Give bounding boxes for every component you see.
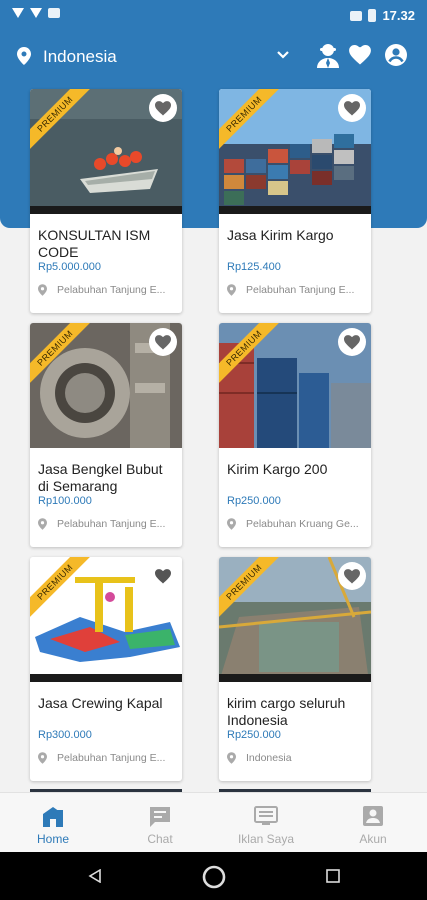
product-card[interactable]: PREMIUM Jasa Kirim Kargo Rp125.400 Pelab… (219, 89, 371, 313)
chat-icon (150, 807, 170, 827)
heart-icon (344, 568, 360, 583)
profile-icon[interactable] (385, 44, 407, 66)
product-price: Rp5.000.000 (38, 261, 101, 273)
location-pin-icon (17, 47, 31, 65)
location-pin-icon (227, 284, 236, 296)
product-card[interactable]: PREMIUM Kirim Kargo 200 Rp250.000 Pelabu… (219, 323, 371, 547)
heart-icon (155, 334, 171, 349)
product-title: Jasa Bengkel Bubut di Semarang (38, 461, 163, 494)
system-navigation-bar (0, 852, 427, 900)
nav-my-ads-label: Iklan Saya (237, 832, 295, 846)
product-price: Rp100.000 (38, 495, 92, 507)
product-location: Pelabuhan Tanjung E... (38, 284, 165, 296)
product-location: Indonesia (227, 752, 292, 764)
ads-icon (254, 806, 278, 825)
product-card[interactable]: PREMIUM Jasa Bengkel Bubut di Semarang R… (30, 323, 182, 547)
recents-icon[interactable] (326, 869, 340, 883)
product-location: Pelabuhan Tanjung E... (38, 752, 165, 764)
location-text: Pelabuhan Kruang Ge... (246, 518, 359, 530)
account-icon (363, 806, 383, 826)
product-card[interactable]: PREMIUM kirim cargo seluruh Indonesia Rp… (219, 557, 371, 781)
location-label[interactable]: Indonesia (43, 47, 117, 67)
nav-account-label: Akun (359, 832, 387, 846)
product-card[interactable]: PREMIUM Jasa Crewing Kapal Rp300.000 Pel… (30, 557, 182, 781)
product-price: Rp125.400 (227, 261, 281, 273)
location-pin-icon (227, 752, 236, 764)
favorite-heart-icon[interactable] (349, 45, 371, 65)
product-location: Pelabuhan Tanjung E... (38, 518, 165, 530)
nav-account[interactable]: Akun (320, 793, 426, 853)
location-pin-icon (38, 284, 47, 296)
product-price: Rp250.000 (227, 495, 281, 507)
bottom-navigation: Home Chat Iklan Saya Akun (0, 792, 427, 852)
location-pin-icon (38, 518, 47, 530)
home-icon (43, 807, 63, 827)
favorite-button[interactable] (338, 94, 366, 122)
location-text: Pelabuhan Tanjung E... (246, 284, 355, 296)
favorite-button[interactable] (338, 562, 366, 590)
location-pin-icon (227, 518, 236, 530)
product-title: kirim cargo seluruh Indonesia (227, 695, 346, 728)
heart-icon (155, 568, 171, 583)
favorite-button[interactable] (149, 94, 177, 122)
product-card[interactable]: PREMIUM KONSULTAN ISM CODE Rp5.000.000 P… (30, 89, 182, 313)
heart-icon (155, 100, 171, 115)
home-circle-icon[interactable] (202, 865, 226, 889)
location-pin-icon (38, 752, 47, 764)
product-title: Kirim Kargo 200 (227, 461, 328, 477)
location-text: Pelabuhan Tanjung E... (57, 518, 166, 530)
product-price: Rp250.000 (227, 729, 281, 741)
heart-icon (344, 100, 360, 115)
product-image[interactable]: PREMIUM (30, 89, 182, 214)
nav-home[interactable]: Home (0, 793, 106, 853)
signal-icon (30, 8, 42, 18)
back-icon[interactable] (88, 869, 102, 883)
top-header: Indonesia (0, 30, 427, 82)
product-price: Rp300.000 (38, 729, 92, 741)
product-image[interactable]: PREMIUM (219, 557, 371, 682)
battery-icon (368, 9, 377, 22)
product-title: Jasa Crewing Kapal (38, 695, 163, 711)
product-location: Pelabuhan Tanjung E... (227, 284, 354, 296)
product-image[interactable]: PREMIUM (219, 89, 371, 214)
favorite-button[interactable] (338, 328, 366, 356)
favorite-button[interactable] (149, 328, 177, 356)
product-location: Pelabuhan Kruang Ge... (227, 518, 359, 530)
favorite-button[interactable] (149, 562, 177, 590)
location-text: Pelabuhan Tanjung E... (57, 284, 166, 296)
nav-chat[interactable]: Chat (107, 793, 213, 853)
location-text: Pelabuhan Tanjung E... (57, 752, 166, 764)
agent-icon[interactable] (316, 43, 340, 69)
nav-chat-label: Chat (147, 832, 173, 846)
product-image[interactable]: PREMIUM (30, 557, 182, 682)
heart-icon (344, 334, 360, 349)
location-text: Indonesia (246, 752, 292, 764)
notification-icon (48, 8, 60, 18)
nav-my-ads[interactable]: Iklan Saya (213, 793, 319, 853)
nav-home-label: Home (36, 832, 69, 846)
wifi-icon (12, 8, 24, 18)
product-image[interactable]: PREMIUM (30, 323, 182, 448)
product-image[interactable]: PREMIUM (219, 323, 371, 448)
vibrate-icon (350, 10, 363, 21)
chevron-down-icon[interactable] (276, 48, 290, 62)
status-time: 17.32 (382, 8, 415, 23)
status-bar: 17.32 (0, 0, 427, 30)
product-title: Jasa Kirim Kargo (227, 227, 334, 243)
product-title: KONSULTAN ISM CODE (38, 227, 151, 260)
